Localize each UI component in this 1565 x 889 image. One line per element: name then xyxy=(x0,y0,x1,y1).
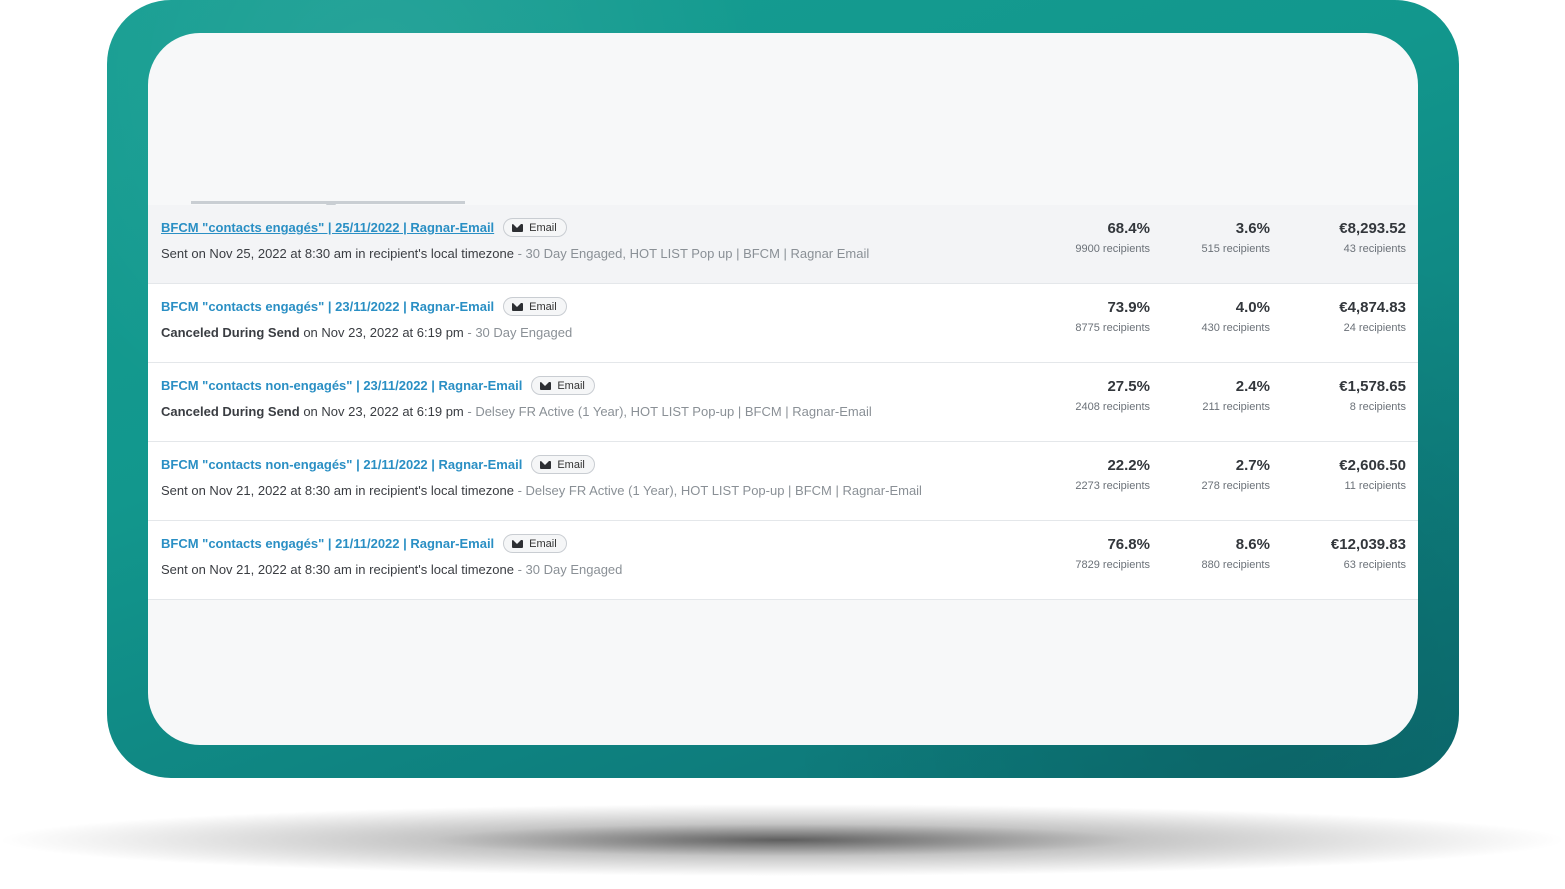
email-badge-label: Email xyxy=(529,221,557,234)
envelope-icon xyxy=(512,302,524,311)
click-rate-recipients: 515 recipients xyxy=(1201,243,1271,255)
email-badge: Email xyxy=(503,218,567,237)
campaign-row[interactable]: BFCM "contacts engagés" | 23/11/2022 | R… xyxy=(148,284,1418,363)
click-rate-recipients: 880 recipients xyxy=(1201,559,1271,571)
campaign-subline: Sent on Nov 21, 2022 at 8:30 am in recip… xyxy=(161,483,922,498)
click-rate-value: 2.7% xyxy=(1235,457,1270,474)
open-rate-metric: 68.4% 9900 recipients xyxy=(1075,220,1150,257)
revenue-value: €8,293.52 xyxy=(1339,220,1406,237)
email-badge: Email xyxy=(503,297,567,316)
click-rate-value: 3.6% xyxy=(1235,220,1270,237)
envelope-icon xyxy=(512,539,524,548)
click-rate-recipients: 211 recipients xyxy=(1202,401,1270,413)
revenue-metric: €1,578.65 8 recipients xyxy=(1339,378,1406,415)
click-rate-value: 4.0% xyxy=(1235,299,1270,316)
revenue-value: €1,578.65 xyxy=(1339,378,1406,395)
campaign-subline: Canceled During Send on Nov 23, 2022 at … xyxy=(161,404,872,419)
open-rate-metric: 22.2% 2273 recipients xyxy=(1075,457,1150,494)
campaign-row[interactable]: BFCM "contacts non-engagés" | 21/11/2022… xyxy=(148,442,1418,521)
campaign-row[interactable]: BFCM "contacts non-engagés" | 23/11/2022… xyxy=(148,363,1418,442)
envelope-icon xyxy=(512,223,524,232)
campaign-status: Sent xyxy=(161,483,188,498)
revenue-recipients: 63 recipients xyxy=(1343,559,1406,571)
email-badge: Email xyxy=(503,534,567,553)
revenue-value: €12,039.83 xyxy=(1330,536,1406,553)
click-rate-value: 8.6% xyxy=(1235,536,1270,553)
open-rate-metric: 27.5% 2408 recipients xyxy=(1075,378,1150,415)
click-rate-metric: 2.7% 278 recipients xyxy=(1202,457,1271,494)
click-rate-metric: 3.6% 515 recipients xyxy=(1202,220,1271,257)
campaign-lists: - Delsey FR Active (1 Year), HOT LIST Po… xyxy=(513,483,922,498)
screen: BFCM "contacts engagés" | 25/11/2022 | R… xyxy=(148,33,1418,745)
open-rate-metric: 76.8% 7829 recipients xyxy=(1075,536,1150,573)
revenue-value: €2,606.50 xyxy=(1339,457,1406,474)
campaign-title-link[interactable]: BFCM "contacts non-engagés" | 23/11/2022… xyxy=(161,378,522,393)
click-rate-metric: 4.0% 430 recipients xyxy=(1202,299,1271,336)
revenue-metric: €4,874.83 24 recipients xyxy=(1339,299,1406,336)
open-rate-metric: 73.9% 8775 recipients xyxy=(1075,299,1150,336)
campaign-title-link[interactable]: BFCM "contacts engagés" | 25/11/2022 | R… xyxy=(161,220,494,235)
email-badge-label: Email xyxy=(529,537,557,550)
campaign-lists: - 30 Day Engaged, HOT LIST Pop up | BFCM… xyxy=(513,246,870,261)
campaign-send-detail: on Nov 25, 2022 at 8:30 am in recipient'… xyxy=(187,246,514,261)
campaign-title-line: BFCM "contacts non-engagés" | 21/11/2022… xyxy=(161,455,595,474)
email-badge-label: Email xyxy=(557,379,585,392)
campaign-subline: Canceled During Send on Nov 23, 2022 at … xyxy=(161,325,572,340)
open-rate-recipients: 2408 recipients xyxy=(1075,401,1150,413)
revenue-metric: €8,293.52 43 recipients xyxy=(1339,220,1406,257)
campaign-status: Canceled During Send xyxy=(161,404,300,419)
campaign-send-detail: on Nov 23, 2022 at 6:19 pm xyxy=(299,404,464,419)
click-rate-value: 2.4% xyxy=(1235,378,1270,395)
campaign-row[interactable]: BFCM "contacts engagés" | 25/11/2022 | R… xyxy=(148,205,1418,284)
click-rate-metric: 8.6% 880 recipients xyxy=(1202,536,1271,573)
campaign-status: Sent xyxy=(161,246,188,261)
campaign-title-line: BFCM "contacts engagés" | 21/11/2022 | R… xyxy=(161,534,567,553)
open-rate-recipients: 2273 recipients xyxy=(1075,480,1150,492)
campaign-list: BFCM "contacts engagés" | 25/11/2022 | R… xyxy=(148,205,1418,600)
campaign-lists: - Delsey FR Active (1 Year), HOT LIST Po… xyxy=(463,404,872,419)
campaign-status: Canceled During Send xyxy=(161,325,300,340)
email-badge: Email xyxy=(531,376,595,395)
campaign-title-line: BFCM "contacts engagés" | 23/11/2022 | R… xyxy=(161,297,567,316)
click-rate-recipients: 278 recipients xyxy=(1201,480,1271,492)
campaign-lists: - 30 Day Engaged xyxy=(513,562,623,577)
envelope-icon xyxy=(540,460,552,469)
stage: BFCM "contacts engagés" | 25/11/2022 | R… xyxy=(0,0,1565,889)
open-rate-value: 22.2% xyxy=(1107,457,1150,474)
click-rate-metric: 2.4% 211 recipients xyxy=(1202,378,1270,415)
email-badge-label: Email xyxy=(529,300,557,313)
open-rate-value: 27.5% xyxy=(1107,378,1150,395)
device-shadow xyxy=(0,800,1565,880)
envelope-icon xyxy=(540,381,552,390)
open-rate-value: 73.9% xyxy=(1107,299,1150,316)
campaign-row[interactable]: BFCM "contacts engagés" | 21/11/2022 | R… xyxy=(148,521,1418,600)
open-rate-recipients: 9900 recipients xyxy=(1075,243,1150,255)
campaign-title-line: BFCM "contacts non-engagés" | 23/11/2022… xyxy=(161,376,595,395)
campaign-send-detail: on Nov 21, 2022 at 8:30 am in recipient'… xyxy=(187,483,514,498)
open-rate-value: 76.8% xyxy=(1107,536,1150,553)
click-rate-recipients: 430 recipients xyxy=(1201,322,1271,334)
campaign-send-detail: on Nov 23, 2022 at 6:19 pm xyxy=(299,325,464,340)
campaign-title-link[interactable]: BFCM "contacts engagés" | 21/11/2022 | R… xyxy=(161,536,494,551)
revenue-recipients: 24 recipients xyxy=(1343,322,1406,334)
campaign-title-line: BFCM "contacts engagés" | 25/11/2022 | R… xyxy=(161,218,567,237)
revenue-recipients: 43 recipients xyxy=(1343,243,1406,255)
campaign-title-link[interactable]: BFCM "contacts engagés" | 23/11/2022 | R… xyxy=(161,299,494,314)
email-badge: Email xyxy=(531,455,595,474)
campaign-status: Sent xyxy=(161,562,188,577)
campaign-lists: - 30 Day Engaged xyxy=(463,325,573,340)
open-rate-recipients: 8775 recipients xyxy=(1075,322,1150,334)
campaign-title-link[interactable]: BFCM "contacts non-engagés" | 21/11/2022… xyxy=(161,457,522,472)
email-badge-label: Email xyxy=(557,458,585,471)
revenue-recipients: 11 recipients xyxy=(1344,480,1406,492)
campaign-subline: Sent on Nov 21, 2022 at 8:30 am in recip… xyxy=(161,562,622,577)
open-rate-value: 68.4% xyxy=(1107,220,1150,237)
campaign-subline: Sent on Nov 25, 2022 at 8:30 am in recip… xyxy=(161,246,869,261)
revenue-metric: €12,039.83 63 recipients xyxy=(1331,536,1406,573)
revenue-recipients: 8 recipients xyxy=(1349,401,1406,413)
revenue-metric: €2,606.50 11 recipients xyxy=(1339,457,1406,494)
open-rate-recipients: 7829 recipients xyxy=(1075,559,1150,571)
campaign-send-detail: on Nov 21, 2022 at 8:30 am in recipient'… xyxy=(187,562,514,577)
revenue-value: €4,874.83 xyxy=(1339,299,1406,316)
